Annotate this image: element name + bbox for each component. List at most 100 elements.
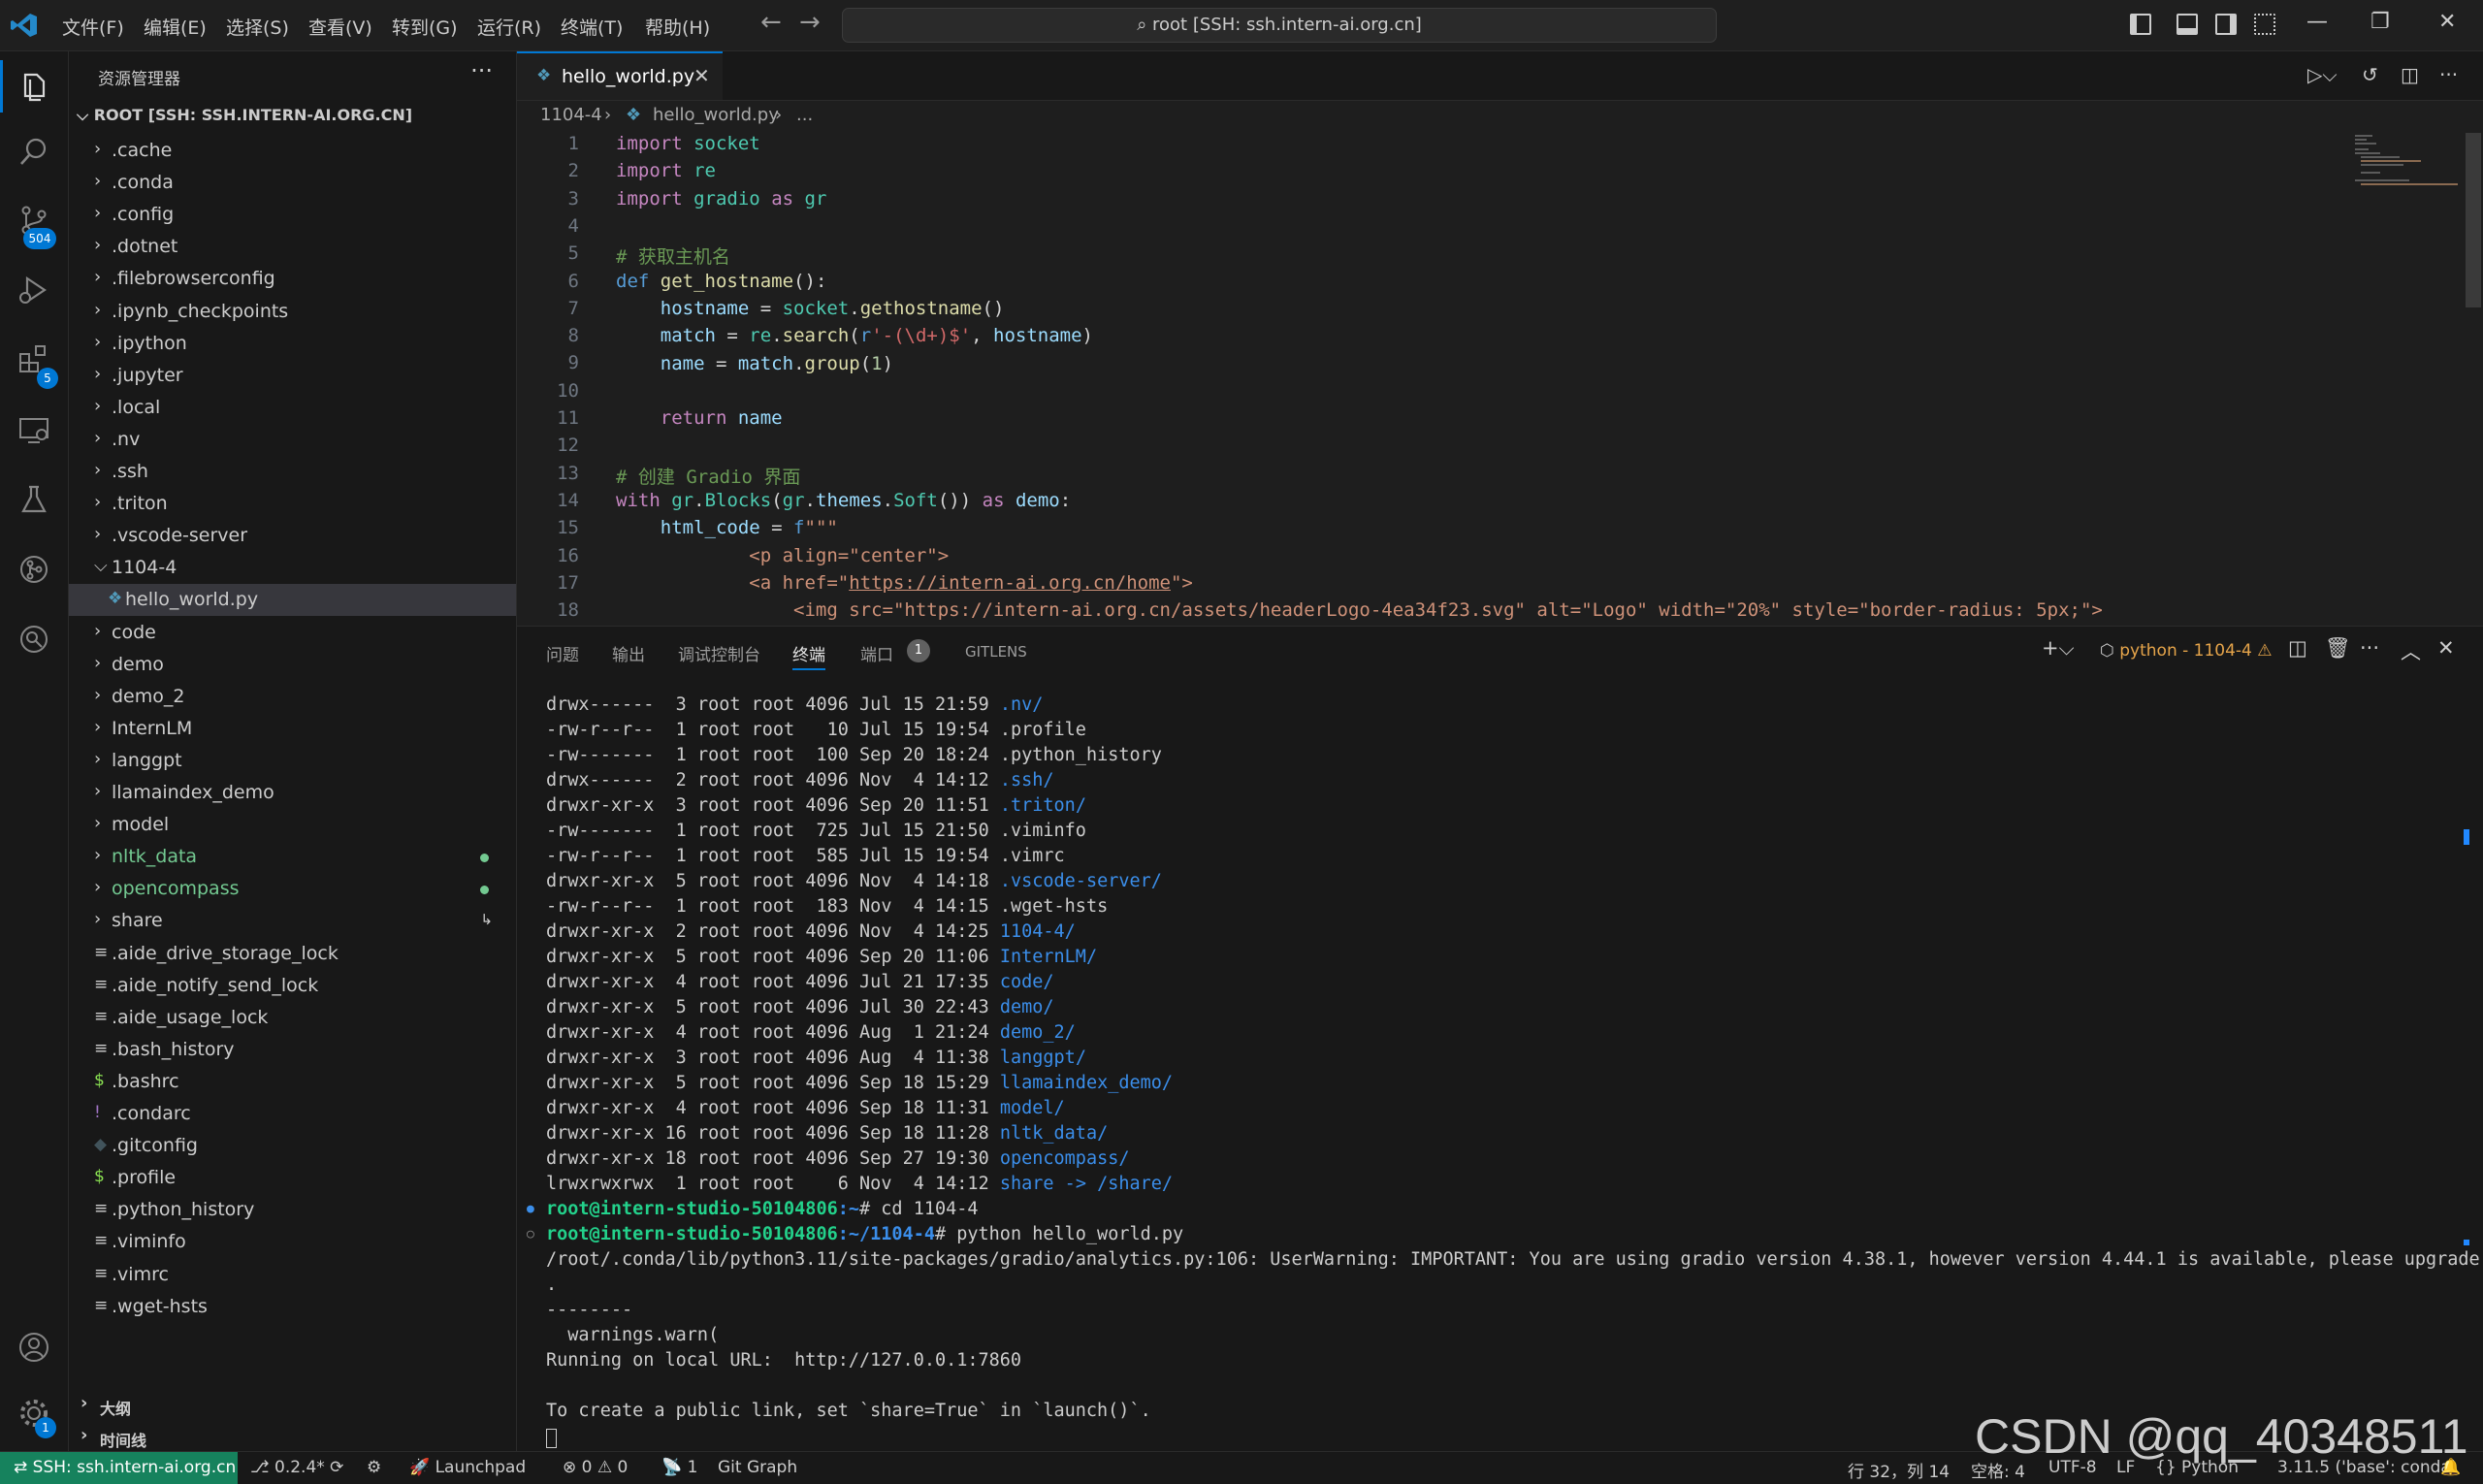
editor-more-icon[interactable]: ··· — [2439, 63, 2458, 86]
tab-output[interactable]: 输出 — [612, 641, 645, 665]
manage-activity[interactable]: 1 — [0, 1380, 68, 1444]
testing-activity[interactable] — [0, 467, 68, 531]
search-activity[interactable] — [0, 119, 68, 183]
split-terminal-icon[interactable]: ◫ — [2288, 636, 2307, 660]
menu-terminal[interactable]: 终端(T) — [561, 14, 623, 40]
kill-terminal-icon[interactable]: 🗑 — [2325, 636, 2351, 661]
tree-item[interactable]: ≡ .bash_history — [69, 1034, 516, 1066]
new-terminal-icon[interactable]: +⌵ — [2042, 636, 2075, 661]
tree-item[interactable]: $ .profile — [69, 1162, 516, 1194]
tree-item[interactable]: ≡ .wget-hsts — [69, 1291, 516, 1323]
tree-item[interactable]: ≡ .aide_drive_storage_lock — [69, 938, 516, 970]
tree-item[interactable]: ≡ .python_history — [69, 1194, 516, 1226]
launchpad[interactable]: 🚀 Launchpad — [409, 1458, 526, 1477]
tree-item[interactable]: › .ipython — [69, 328, 516, 360]
timeline-section[interactable]: › 时间线 — [69, 1421, 516, 1453]
tree-item[interactable]: › .dotnet — [69, 231, 516, 263]
tab-ports[interactable]: 端口 — [860, 641, 893, 665]
tree-item[interactable]: ≡ .vimrc — [69, 1259, 516, 1291]
tab-gitlens[interactable]: GITLENS — [965, 643, 1027, 661]
code-editor[interactable]: 1 2 3 4 5 6 7 8 9 10 11 12 13 14 15 16 17 18 import socke… — [517, 133, 2457, 626]
run-debug-activity[interactable] — [0, 257, 68, 321]
tab-terminal[interactable]: 终端 — [792, 641, 825, 670]
forward-arrow-icon[interactable]: → — [799, 8, 821, 37]
tree-item[interactable]: › .ipynb_checkpoints — [69, 296, 516, 328]
menu-view[interactable]: 查看(V) — [308, 14, 372, 40]
toggle-primary-sidebar-icon[interactable] — [2130, 14, 2151, 35]
tree-item[interactable]: › .triton — [69, 488, 516, 520]
run-python-icon[interactable]: ▷⌵ — [2307, 63, 2338, 86]
customize-layout-icon[interactable] — [2254, 14, 2275, 35]
tree-item[interactable]: ≡ .aide_usage_lock — [69, 1002, 516, 1034]
problems-status[interactable]: ⊗ 0 ⚠ 0 — [563, 1458, 628, 1477]
tree-item[interactable]: › .cache — [69, 135, 516, 167]
tree-item[interactable]: › demo_2 — [69, 681, 516, 713]
accounts-activity[interactable] — [0, 1314, 68, 1378]
more-actions-icon[interactable]: ··· — [470, 57, 493, 84]
panel-more-icon[interactable]: ··· — [2360, 636, 2379, 660]
tree-item[interactable]: › .local — [69, 392, 516, 424]
back-arrow-icon[interactable]: ← — [760, 8, 782, 37]
tree-item[interactable]: › demo — [69, 649, 516, 681]
remote-indicator[interactable]: ⇄ SSH: ssh.intern-ai.org.cn — [0, 1452, 238, 1484]
menu-go[interactable]: 转到(G) — [392, 14, 458, 40]
minimize-icon[interactable]: — — [2306, 10, 2328, 34]
tree-item[interactable]: › .jupyter — [69, 360, 516, 392]
menu-help[interactable]: 帮助(H) — [645, 14, 710, 40]
restore-icon[interactable]: ❐ — [2370, 10, 2390, 34]
git-graph-button[interactable]: Git Graph — [718, 1458, 797, 1477]
tree-item[interactable]: ❖ hello_world.py — [69, 584, 516, 617]
timeline-history-icon[interactable]: ↺ — [2362, 63, 2378, 86]
tree-item[interactable]: ! .condarc — [69, 1098, 516, 1130]
accounts-status-icon[interactable]: ⚙ — [367, 1458, 381, 1477]
tree-item[interactable]: › .ssh — [69, 456, 516, 488]
tree-item[interactable]: › model — [69, 809, 516, 841]
split-editor-icon[interactable]: ◫ — [2401, 63, 2419, 86]
close-panel-icon[interactable]: ✕ — [2437, 636, 2455, 660]
tree-item[interactable]: ⌵ 1104-4 — [69, 552, 516, 584]
terminal-output[interactable]: drwx------ 3 root root 4096 Jul 15 21:59… — [517, 694, 2483, 1451]
command-center-search[interactable]: ⌕ root [SSH: ssh.intern-ai.org.cn] — [842, 8, 1717, 43]
tab-debug-console[interactable]: 调试控制台 — [678, 641, 760, 665]
gitlens-activity[interactable] — [0, 536, 68, 600]
toggle-panel-icon[interactable] — [2177, 14, 2198, 35]
tree-item[interactable]: › .nv — [69, 424, 516, 456]
breadcrumb-symbol[interactable]: ... — [796, 105, 813, 125]
menu-file[interactable]: 文件(F) — [62, 14, 124, 40]
editor-scrollbar[interactable] — [2466, 133, 2481, 307]
tab-problems[interactable]: 问题 — [546, 641, 579, 665]
close-icon[interactable]: ✕ — [693, 64, 710, 87]
source-control-activity[interactable]: 504 — [0, 187, 68, 251]
cursor-position[interactable]: 行 32，列 14 — [1848, 1458, 1950, 1482]
close-window-icon[interactable]: ✕ — [2438, 10, 2456, 34]
tree-item[interactable]: ◆ .gitconfig — [69, 1130, 516, 1162]
breadcrumb-file[interactable]: hello_world.py — [653, 105, 779, 125]
outline-section[interactable]: › 大纲 — [69, 1389, 516, 1421]
tree-item[interactable]: › llamaindex_demo — [69, 777, 516, 809]
tree-item[interactable]: › nltk_data — [69, 841, 516, 873]
gitlens-inspect-activity[interactable] — [0, 606, 68, 670]
tree-item[interactable]: › .filebrowserconfig — [69, 263, 516, 295]
workspace-root[interactable]: ⌵ ROOT [SSH: SSH.INTERN-AI.ORG.CN] — [77, 106, 412, 125]
tree-item[interactable]: › .config — [69, 199, 516, 231]
breadcrumb-folder[interactable]: 1104-4 — [540, 105, 602, 125]
explorer-activity[interactable] — [0, 54, 68, 118]
menu-run[interactable]: 运行(R) — [477, 14, 541, 40]
tree-item[interactable]: › opencompass — [69, 873, 516, 905]
tree-item[interactable]: › langgpt — [69, 745, 516, 777]
menu-selection[interactable]: 选择(S) — [226, 14, 289, 40]
remote-explorer-activity[interactable] — [0, 397, 68, 461]
terminal-selector[interactable]: ⬡ python - 1104-4 ⚠ — [2100, 641, 2273, 661]
tree-item[interactable]: › code — [69, 617, 516, 649]
tree-item[interactable]: › InternLM — [69, 713, 516, 745]
tree-item[interactable]: ≡ .aide_notify_send_lock — [69, 970, 516, 1002]
minimap[interactable] — [2347, 133, 2464, 191]
tab-hello-world[interactable]: ❖ hello_world.py ✕ — [517, 51, 723, 100]
menu-edit[interactable]: 编辑(E) — [144, 14, 207, 40]
git-branch[interactable]: ⎇ 0.2.4* ⟳ — [250, 1458, 343, 1477]
tree-item[interactable]: › .conda — [69, 167, 516, 199]
tree-item[interactable]: › .vscode-server — [69, 520, 516, 552]
tree-item[interactable]: $ .bashrc — [69, 1066, 516, 1098]
tree-item[interactable]: › share ↳ — [69, 905, 516, 937]
tree-item[interactable]: ≡ .viminfo — [69, 1226, 516, 1258]
